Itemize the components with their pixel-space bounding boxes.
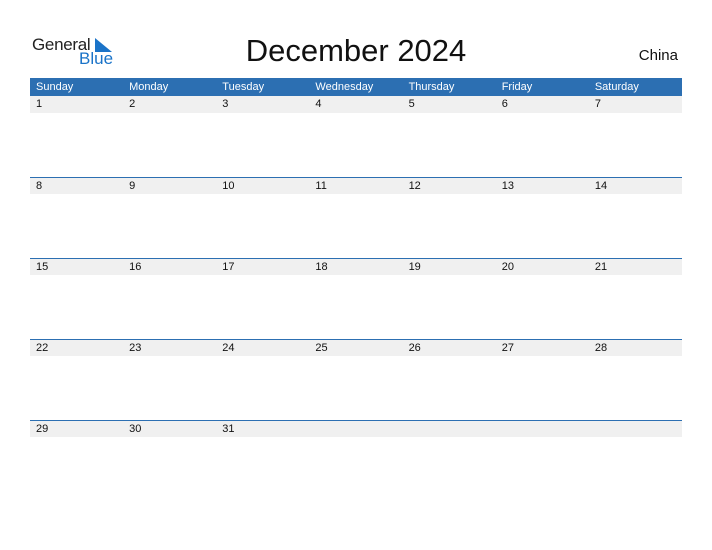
day-cell: 18 — [315, 261, 328, 273]
day-cell: 13 — [501, 180, 514, 192]
day-cell: 23 — [129, 342, 142, 354]
day-cell: 10 — [222, 180, 235, 192]
calendar-title: December 2024 — [245, 33, 467, 68]
day-cell: 21 — [594, 261, 608, 273]
day-cell: 31 — [222, 423, 235, 435]
day-cell — [309, 421, 402, 437]
day-cell: 16 — [129, 261, 142, 273]
day-cell: 3 — [222, 98, 229, 110]
day-cell: 12 — [408, 180, 421, 192]
country-label: China — [638, 47, 678, 64]
weekday-sunday: Sunday — [36, 81, 74, 93]
day-cell: 30 — [129, 423, 142, 435]
day-cell: 9 — [129, 180, 136, 192]
day-cell: 28 — [594, 342, 608, 354]
weekday-thursday: Thursday — [408, 81, 455, 93]
weekday-monday: Monday — [129, 81, 169, 93]
day-cell: 11 — [315, 180, 327, 192]
day-cell: 2 — [129, 98, 136, 110]
day-cell: 17 — [222, 261, 235, 273]
day-cell: 27 — [501, 342, 514, 354]
week-row-1: 1 2 3 4 5 6 7 — [30, 96, 682, 113]
week-row-3: 15 16 17 18 19 20 21 — [30, 258, 682, 275]
day-cell: 25 — [315, 342, 328, 354]
day-cell: 6 — [501, 98, 508, 110]
day-cell: 19 — [408, 261, 421, 273]
day-cell: 7 — [594, 98, 601, 110]
weekday-header: Sunday Monday Tuesday Wednesday Thursday… — [30, 78, 682, 96]
day-cell: 24 — [222, 342, 235, 354]
weekday-saturday: Saturday — [594, 81, 639, 93]
day-cell: 20 — [501, 261, 514, 273]
day-cell — [403, 421, 496, 437]
day-cell: 15 — [36, 261, 49, 273]
day-cell: 26 — [408, 342, 421, 354]
weekday-friday: Friday — [501, 81, 533, 93]
day-cell: 1 — [36, 98, 43, 110]
day-cell: 14 — [594, 180, 608, 192]
day-cell: 4 — [315, 98, 322, 110]
week-row-4: 22 23 24 25 26 27 28 — [30, 339, 682, 356]
day-cell: 5 — [408, 98, 415, 110]
day-cell — [496, 421, 589, 437]
day-cell: 8 — [36, 180, 43, 192]
week-row-5: 29 30 31 — [30, 420, 682, 437]
day-cell: 22 — [36, 342, 49, 354]
day-cell: 29 — [36, 423, 49, 435]
weekday-wednesday: Wednesday — [315, 81, 374, 93]
day-cell — [589, 421, 682, 437]
week-row-2: 8 9 10 11 12 13 14 — [30, 177, 682, 194]
weekday-tuesday: Tuesday — [222, 81, 265, 93]
